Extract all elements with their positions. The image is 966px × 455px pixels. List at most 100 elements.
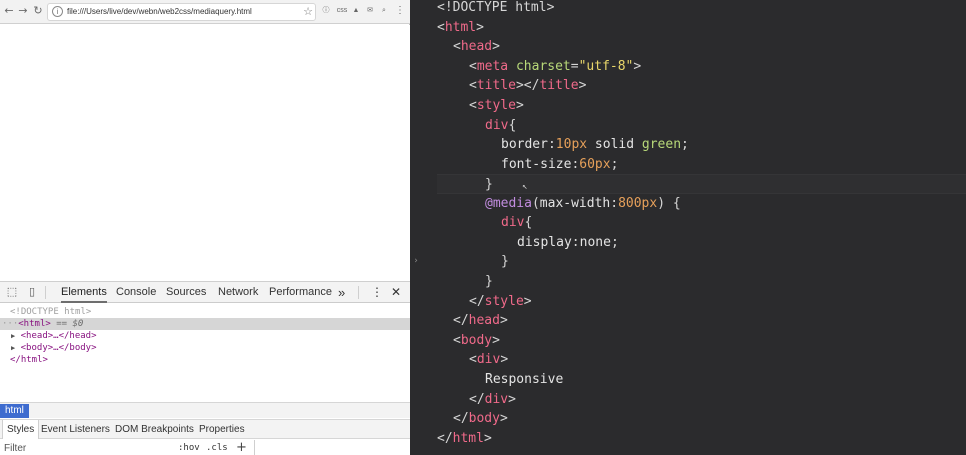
code-line-current: } — [437, 174, 966, 194]
address-url[interactable]: file:///Users/live/dev/webn/web2css/medi… — [67, 6, 252, 18]
extension-mountain-icon[interactable]: ▲ — [350, 5, 362, 17]
browser-toolbar: ← → ↻ i file:///Users/live/dev/webn/web2… — [0, 0, 410, 24]
ellipsis-icon: ··· — [2, 319, 19, 329]
filter-divider — [254, 440, 255, 455]
code-tag: html — [452, 431, 484, 446]
code-editor[interactable]: <!DOCTYPE html> <html> <head> <meta char… — [422, 0, 966, 455]
tab-divider — [358, 286, 359, 299]
close-icon[interactable]: ✕ — [391, 282, 401, 303]
code-line: <meta charset="utf-8"> — [469, 59, 642, 74]
mouse-cursor-icon: ↖ — [522, 182, 528, 192]
chevron-right-icon[interactable]: › — [410, 252, 422, 270]
code-line: <head> — [453, 39, 500, 54]
body-tag: <body>…</body> — [20, 343, 97, 353]
styles-subtabbar: Styles Event Listeners DOM Breakpoints P… — [0, 419, 410, 439]
code-line: </style> — [469, 294, 532, 309]
tab-divider — [45, 286, 46, 299]
expand-triangle-icon[interactable]: ▶ — [11, 344, 15, 352]
device-toolbar-icon[interactable]: ▯ — [25, 285, 39, 299]
code-tag: head — [460, 39, 493, 54]
code-tag: body — [460, 333, 493, 348]
code-line: display:none; — [517, 235, 619, 250]
code-selector: div — [501, 215, 525, 230]
code-num: 60px — [579, 157, 611, 172]
html-tag: <html> — [18, 319, 51, 329]
extension-mail-icon[interactable]: ✉ — [364, 5, 376, 17]
code-line: <style> — [469, 98, 524, 113]
extension-css-icon[interactable]: css — [335, 5, 349, 17]
code-line: Responsive — [485, 370, 966, 390]
bookmark-star-icon[interactable]: ☆ — [303, 5, 313, 19]
forward-arrow-icon[interactable]: → — [16, 3, 30, 19]
code-tag: div — [476, 352, 501, 367]
code-prop: display — [517, 235, 572, 250]
browser-window: ← → ↻ i file:///Users/live/dev/webn/web2… — [0, 0, 410, 455]
code-doctype: <!DOCTYPE html> — [437, 0, 555, 15]
devtools-menu-icon[interactable]: ⋮ — [371, 282, 383, 303]
html-close-tag: </html> — [10, 355, 48, 365]
extension-info-icon[interactable]: ⓘ — [320, 5, 332, 17]
devtools-panel: ⬚ ▯ Elements Console Sources Network Per… — [0, 281, 410, 455]
reload-icon[interactable]: ↻ — [31, 3, 45, 19]
browser-menu-icon[interactable]: ⋮ — [394, 5, 406, 17]
code-tag: style — [476, 98, 516, 113]
dom-body-node[interactable]: ▶ <body>…</body> — [0, 342, 410, 354]
subtab-dom-breakpoints[interactable]: DOM Breakpoints — [115, 420, 194, 439]
tab-elements[interactable]: Elements — [61, 282, 107, 303]
head-tag: <head>…</head> — [20, 331, 97, 341]
hov-toggle[interactable]: :hov — [178, 442, 200, 455]
add-rule-icon[interactable]: + — [236, 440, 247, 455]
code-prop: font-size — [501, 157, 572, 172]
page-viewport — [0, 25, 410, 281]
code-attr: charset — [515, 59, 571, 74]
dom-doctype[interactable]: <!DOCTYPE html> — [0, 306, 410, 318]
code-tag: meta — [476, 59, 509, 74]
tab-console[interactable]: Console — [116, 282, 156, 303]
code-string: "utf-8" — [578, 59, 634, 74]
code-tag: head — [468, 313, 500, 328]
code-line: </body> — [453, 411, 508, 426]
dom-html-node[interactable]: ···<html> == $0 — [0, 318, 410, 330]
code-line: } — [485, 274, 493, 289]
code-tag: div — [484, 392, 509, 407]
code-tag: title — [539, 78, 579, 93]
pane-splitter[interactable] — [410, 0, 422, 455]
code-text: Responsive — [485, 372, 564, 387]
code-line: @media(max-width:800px) { — [485, 196, 681, 211]
code-tag: title — [476, 78, 516, 93]
code-tag: html — [444, 20, 477, 35]
code-num: 10px — [555, 137, 588, 152]
subtab-event-listeners[interactable]: Event Listeners — [41, 420, 110, 439]
more-tabs-icon[interactable]: » — [338, 282, 345, 303]
code-prop: border — [501, 137, 548, 152]
code-line: div{ — [485, 118, 517, 133]
code-at-rule: @media — [485, 196, 532, 211]
dom-head-node[interactable]: ▶ <head>…</head> — [0, 330, 410, 342]
tab-performance[interactable]: Performance — [269, 282, 332, 303]
code-line: <title></title> — [469, 78, 587, 93]
code-line: </html> — [437, 431, 492, 446]
code-value: none — [579, 235, 611, 250]
code-line: <body> — [453, 333, 500, 348]
devtools-tabbar: ⬚ ▯ Elements Console Sources Network Per… — [0, 282, 410, 303]
expand-triangle-icon[interactable]: ▶ — [11, 332, 15, 340]
code-line: div{ — [501, 215, 533, 230]
info-icon[interactable]: i — [52, 6, 63, 17]
code-line: font-size:60px; — [501, 157, 619, 172]
filter-input[interactable] — [4, 442, 164, 455]
address-bar[interactable]: i file:///Users/live/dev/webn/web2css/me… — [47, 3, 316, 21]
inspect-element-icon[interactable]: ⬚ — [5, 285, 19, 299]
cls-toggle[interactable]: .cls — [206, 442, 228, 455]
breadcrumb: html — [0, 402, 410, 418]
code-tag: body — [468, 411, 500, 426]
code-num: 800px — [618, 196, 658, 211]
tab-sources[interactable]: Sources — [166, 282, 206, 303]
subtab-properties[interactable]: Properties — [199, 420, 245, 439]
back-arrow-icon[interactable]: ← — [2, 3, 16, 19]
dom-html-close[interactable]: </html> — [0, 354, 410, 366]
breadcrumb-html[interactable]: html — [0, 404, 29, 418]
code-line: <!DOCTYPE html> — [437, 0, 966, 18]
subtab-styles[interactable]: Styles — [2, 420, 40, 439]
extension-search-icon[interactable]: ⌕ — [378, 5, 390, 17]
tab-network[interactable]: Network — [218, 282, 258, 303]
